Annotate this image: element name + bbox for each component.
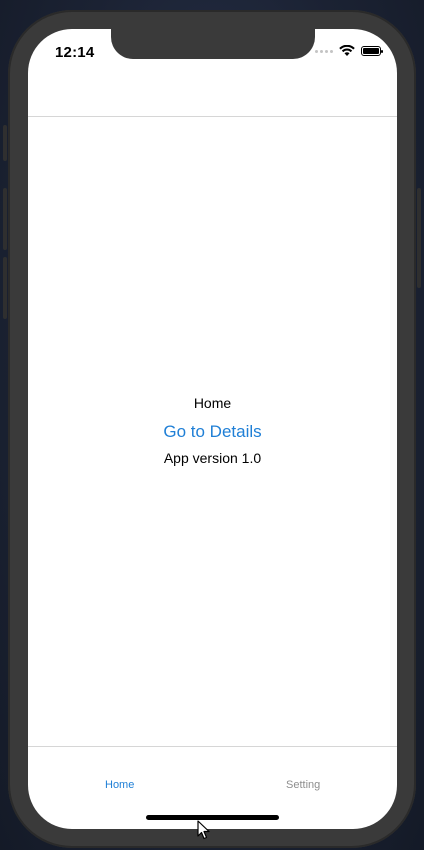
app-version-text: App version 1.0 [163, 450, 262, 466]
tab-home[interactable]: Home [105, 779, 134, 791]
home-indicator[interactable] [146, 815, 279, 820]
tab-setting[interactable]: Setting [286, 779, 320, 791]
notch [111, 29, 315, 59]
volume-up-button [3, 188, 7, 250]
battery-icon [361, 46, 383, 56]
page-title: Home [193, 395, 232, 411]
status-icons [315, 45, 383, 57]
status-time: 12:14 [55, 44, 95, 61]
go-to-details-link[interactable]: Go to Details [163, 422, 261, 444]
volume-down-button [3, 257, 7, 319]
wifi-icon [339, 45, 355, 56]
home-content: Home Go to Details App version 1.0 [28, 389, 397, 468]
mute-switch [3, 125, 7, 161]
power-button [417, 188, 421, 288]
app-screen: 12:14 Home Go to Details App version 1.0… [28, 29, 397, 829]
mouse-cursor-icon [197, 820, 210, 840]
signal-dots-icon [315, 49, 333, 53]
nav-bar-divider [28, 116, 397, 117]
